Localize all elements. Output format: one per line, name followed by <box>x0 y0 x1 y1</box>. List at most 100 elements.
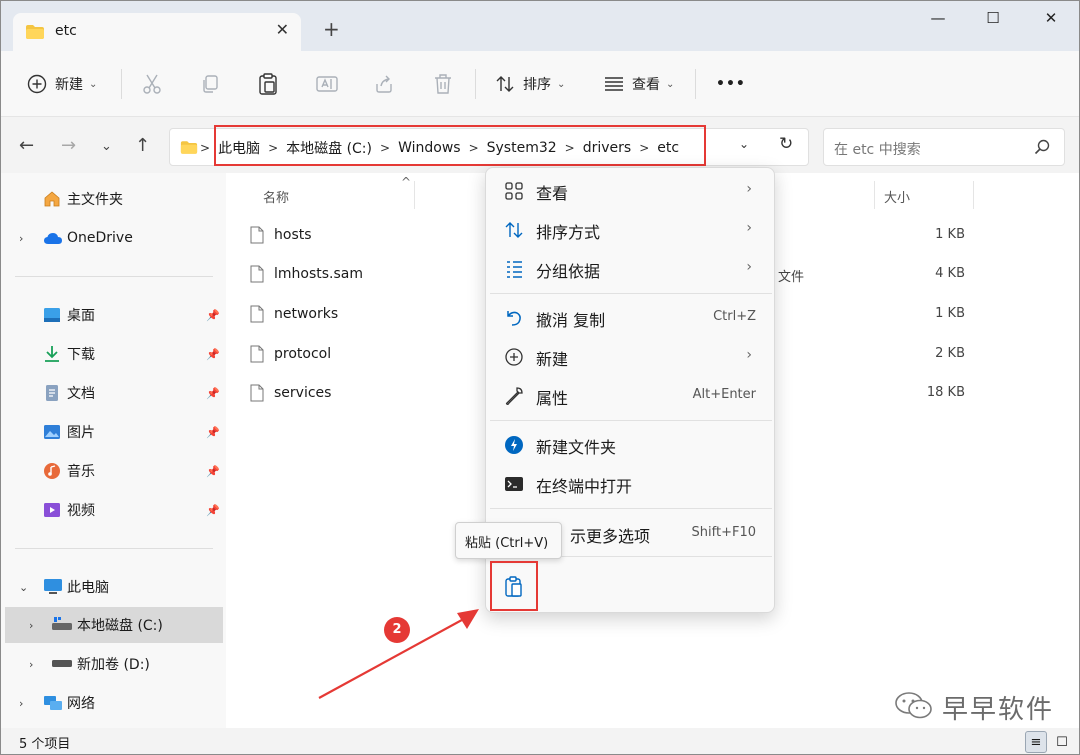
recent-locations-chevron-icon[interactable]: ⌄ <box>101 139 112 154</box>
share-icon <box>376 75 392 93</box>
refresh-icon[interactable]: ↻ <box>779 134 793 154</box>
pin-icon[interactable]: 📌 <box>206 348 220 361</box>
search-input[interactable]: 在 etc 中搜索 <box>823 128 1065 166</box>
view-button[interactable]: 查看 ⌄ <box>604 70 674 98</box>
chevron-down-icon[interactable]: ⌄ <box>739 137 749 151</box>
chevron-right-icon[interactable]: › <box>19 232 23 245</box>
sidebar-item-label: 下载 <box>67 347 95 363</box>
sidebar-item-music[interactable]: 音乐 📌 <box>1 455 223 487</box>
delete-button[interactable] <box>433 70 453 98</box>
menu-item-undo-copy[interactable]: 撤消 复制 Ctrl+Z <box>490 298 772 336</box>
breadcrumb-highlight-box <box>214 125 706 166</box>
home-icon <box>43 190 61 208</box>
pin-icon[interactable]: 📌 <box>206 426 220 439</box>
paste-button[interactable] <box>258 70 278 98</box>
annotation-badge-2: 2 <box>384 617 410 643</box>
sidebar-item-label: 网络 <box>67 696 95 712</box>
tab-label: etc <box>55 23 77 39</box>
sidebar-item-videos[interactable]: 视频 📌 <box>1 494 223 526</box>
menu-item-view[interactable]: 查看 › <box>490 171 772 209</box>
file-name: protocol <box>274 346 332 362</box>
minimize-button[interactable]: — <box>918 9 958 31</box>
divider <box>121 69 122 99</box>
cut-button[interactable] <box>142 70 162 98</box>
sidebar-item-documents[interactable]: 文档 📌 <box>1 377 223 409</box>
tiles-view-icon[interactable]: ☐ <box>1051 731 1073 753</box>
new-button[interactable]: 新建 ⌄ <box>27 70 97 98</box>
sidebar-item-desktop[interactable]: 桌面 📌 <box>1 299 223 331</box>
sidebar-item-home[interactable]: 主文件夹 <box>1 183 223 215</box>
chevron-right-icon[interactable]: › <box>29 658 33 671</box>
menu-item-properties[interactable]: 属性 Alt+Enter <box>490 376 772 414</box>
menu-item-new-folder[interactable]: 新建文件夹 <box>490 425 772 463</box>
paste-tooltip: 粘贴 (Ctrl+V) <box>455 522 562 559</box>
share-button[interactable] <box>374 70 394 98</box>
computer-icon <box>43 578 62 596</box>
cloud-icon <box>43 231 62 249</box>
sidebar-item-downloads[interactable]: 下载 📌 <box>1 338 223 370</box>
column-header-size[interactable]: 大小 <box>884 187 910 206</box>
file-icon <box>250 265 264 287</box>
close-window-button[interactable]: ✕ <box>1031 9 1071 31</box>
chevron-right-icon[interactable]: › <box>29 619 33 632</box>
more-options-button[interactable]: ••• <box>716 70 746 98</box>
drive-icon <box>51 657 72 675</box>
title-bar: etc ✕ + — ☐ ✕ <box>1 1 1079 51</box>
tab-etc[interactable]: etc ✕ <box>13 13 301 51</box>
file-size: 1 KB <box>935 227 965 242</box>
scissors-icon <box>143 74 161 94</box>
divider <box>475 69 476 99</box>
navigation-pane: 主文件夹 › OneDrive 桌面 📌 下载 📌 文档 📌 图片 📌 音乐 📌… <box>1 173 226 728</box>
chevron-right-icon: › <box>746 347 752 363</box>
rename-button[interactable] <box>316 70 338 98</box>
copy-button[interactable] <box>200 70 220 98</box>
file-icon <box>250 305 264 327</box>
forward-arrow-icon[interactable]: → <box>61 135 76 156</box>
download-icon <box>43 345 61 363</box>
sidebar-item-pictures[interactable]: 图片 📌 <box>1 416 223 448</box>
file-size: 2 KB <box>935 346 965 361</box>
new-tab-button[interactable]: + <box>323 19 340 39</box>
grid-view-icon <box>504 181 524 201</box>
sidebar-item-label: 主文件夹 <box>67 192 123 208</box>
chevron-right-icon[interactable]: › <box>19 697 23 710</box>
chevron-down-icon: ⌄ <box>557 78 566 90</box>
menu-item-label: 示更多选项 <box>570 527 651 546</box>
pin-icon[interactable]: 📌 <box>206 309 220 322</box>
pin-icon[interactable]: 📌 <box>206 387 220 400</box>
menu-item-label: 分组依据 <box>536 262 601 281</box>
folder-icon <box>180 140 198 159</box>
close-tab-icon[interactable]: ✕ <box>276 20 289 39</box>
divider <box>15 548 213 549</box>
plus-circle-icon <box>504 347 524 367</box>
sidebar-item-label: 新加卷 (D:) <box>77 657 150 673</box>
menu-item-group-by[interactable]: 分组依据 › <box>490 249 772 287</box>
sidebar-item-onedrive[interactable]: › OneDrive <box>1 222 223 254</box>
up-arrow-icon[interactable]: ↑ <box>135 135 150 156</box>
sidebar-item-drive-d[interactable]: › 新加卷 (D:) <box>1 648 223 680</box>
chevron-right-icon: › <box>746 220 752 236</box>
divider <box>490 508 772 509</box>
back-arrow-icon[interactable]: ← <box>19 135 34 156</box>
sort-icon <box>496 76 514 92</box>
chevron-down-icon[interactable]: ⌄ <box>19 581 28 594</box>
sort-button[interactable]: 排序 ⌄ <box>495 70 565 98</box>
maximize-button[interactable]: ☐ <box>973 9 1013 31</box>
file-name: hosts <box>274 227 312 243</box>
chevron-down-icon: ⌄ <box>666 78 675 90</box>
menu-item-open-terminal[interactable]: 在终端中打开 <box>490 464 772 502</box>
new-folder-icon <box>504 435 524 455</box>
context-paste-button[interactable] <box>490 561 538 611</box>
pin-icon[interactable]: 📌 <box>206 504 220 517</box>
desktop-icon <box>43 306 61 324</box>
sort-label: 排序 <box>523 77 551 93</box>
pin-icon[interactable]: 📌 <box>206 465 220 478</box>
search-placeholder: 在 etc 中搜索 <box>834 142 921 158</box>
details-view-icon[interactable]: ≡ <box>1025 731 1047 753</box>
sidebar-item-network[interactable]: › 网络 <box>1 687 223 719</box>
column-header-name[interactable]: 名称 <box>263 187 289 206</box>
sidebar-item-drive-c[interactable]: › 本地磁盘 (C:) <box>5 607 223 643</box>
menu-item-new[interactable]: 新建 › <box>490 337 772 375</box>
menu-item-sort-by[interactable]: 排序方式 › <box>490 210 772 248</box>
sidebar-item-this-pc[interactable]: ⌄ 此电脑 <box>1 571 223 603</box>
